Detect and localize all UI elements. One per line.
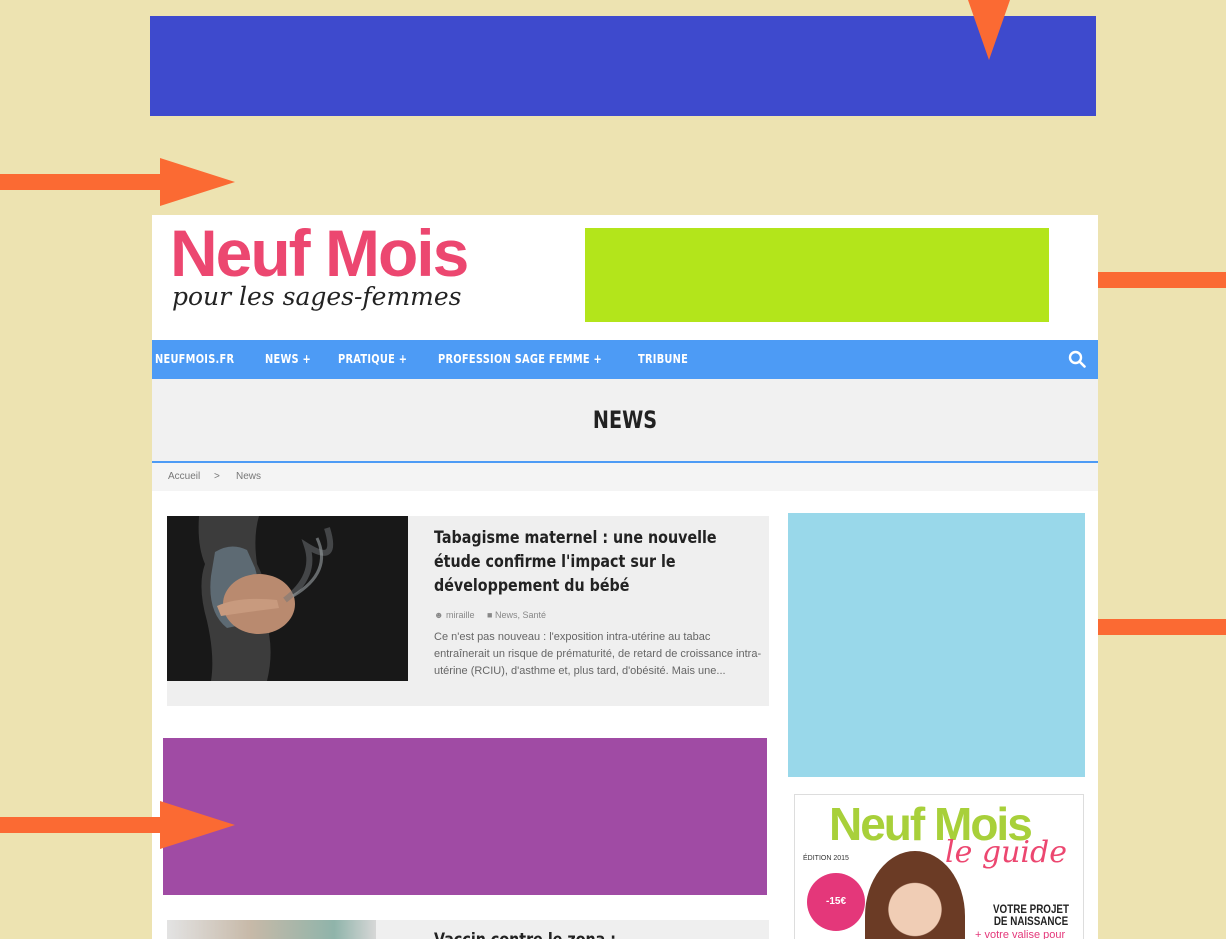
header-banner-ad[interactable] [585, 228, 1049, 322]
guide-promo[interactable]: Neuf Mois le guide ÉDITION 2015 -15€ VOT… [794, 794, 1084, 939]
pregnant-smoker-image [167, 516, 408, 681]
search-icon[interactable] [1068, 350, 1086, 368]
main-nav: NEUFMOIS.FR NEWS + PRATIQUE + PROFESSION… [152, 340, 1098, 379]
site-tagline: pour les sages-femmes [172, 282, 462, 311]
article-title[interactable]: Vaccin contre le zona : ... [434, 930, 637, 939]
article-author[interactable]: miraille [446, 610, 475, 620]
nav-item-pratique[interactable]: PRATIQUE + [338, 340, 407, 379]
nav-item-neufmois[interactable]: NEUFMOIS.FR [155, 340, 234, 379]
page-title: NEWS [592, 406, 658, 434]
sidebar-ad[interactable] [788, 513, 1085, 777]
top-banner-ad[interactable] [150, 16, 1096, 116]
annotation-arrow-down-icon [968, 0, 1010, 60]
folder-icon: ■ [487, 610, 493, 620]
article-meta: ☻ miraille ■ News, Santé [434, 610, 546, 620]
guide-suitcase-text: + votre valise pour [975, 929, 1066, 939]
inline-banner-ad[interactable] [163, 738, 767, 895]
nav-item-news[interactable]: NEWS + [265, 340, 311, 379]
breadcrumb-current: News [236, 471, 262, 482]
guide-edition: ÉDITION 2015 [803, 855, 849, 862]
article-card[interactable]: Tabagisme maternel : une nouvelle étude … [167, 516, 769, 706]
page-title-bar: NEWS [152, 379, 1098, 463]
site-container: Neuf Mois pour les sages-femmes NEUFMOIS… [152, 215, 1098, 939]
nav-item-profession[interactable]: PROFESSION SAGE FEMME + [438, 340, 602, 379]
article-image[interactable] [167, 516, 408, 681]
article-categories[interactable]: News, Santé [495, 610, 546, 620]
annotation-arrow-right-icon [0, 801, 235, 849]
guide-subtitle: le guide [945, 835, 1067, 870]
article-title[interactable]: Tabagisme maternel : une nouvelle étude … [434, 526, 753, 598]
nav-item-tribune[interactable]: TRIBUNE [638, 340, 688, 379]
site-header: Neuf Mois pour les sages-femmes [152, 215, 1098, 340]
article-image[interactable] [167, 920, 376, 939]
annotation-arrow-right-icon [0, 158, 235, 206]
site-logo[interactable]: Neuf Mois [170, 217, 469, 289]
breadcrumb-home[interactable]: Accueil [168, 463, 200, 491]
article-excerpt: Ce n'est pas nouveau : l'exposition intr… [434, 631, 762, 677]
breadcrumb: Accueil > News [152, 463, 1098, 491]
article-card[interactable]: Vaccin contre le zona : ... [167, 920, 769, 939]
breadcrumb-separator: > [214, 471, 220, 482]
discount-badge: -15€ [807, 873, 865, 931]
guide-project-text: VOTRE PROJET DE NAISSANCE [992, 902, 1070, 928]
author-icon: ☻ [434, 610, 444, 620]
